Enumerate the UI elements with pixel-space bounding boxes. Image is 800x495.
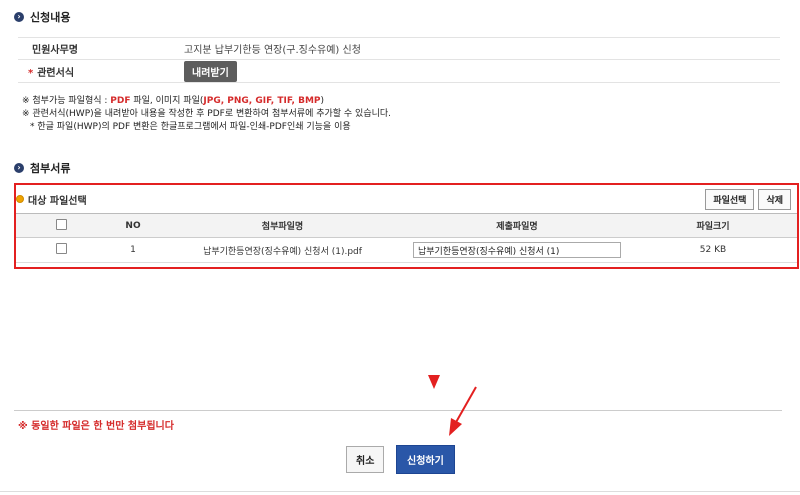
footer-line: [0, 491, 800, 492]
submitted-name-input[interactable]: 납부기한등연장(징수유예) 신청서 (1): [413, 242, 621, 258]
cancel-button[interactable]: 취소: [346, 446, 385, 473]
row-size: 52 KB: [629, 237, 797, 263]
annotation-arrows: [428, 375, 477, 436]
row-checkbox-cell: [16, 237, 106, 263]
bullet-icon: [16, 195, 24, 203]
attachment-table: NO 첨부파일명 제출파일명 파일크기 1 납부기한등연장(징수유예) 신청서 …: [16, 213, 797, 263]
col-file-size: 파일크기: [629, 213, 797, 238]
select-all-checkbox[interactable]: [55, 218, 67, 230]
row-attached-name: 납부기한등연장(징수유예) 신청서 (1).pdf: [160, 237, 405, 263]
red-arrow-line: [454, 386, 477, 425]
row-no: 1: [106, 237, 160, 263]
note1-suffix: ): [320, 96, 325, 106]
section2-title-text: 첨부서류: [30, 162, 71, 175]
section-title-application: › 신청내용: [14, 9, 70, 25]
note1-mid: 파일, 이미지 파일(: [130, 96, 204, 106]
file-select-box: 대상 파일선택 파일선택 삭제 NO 첨부파일명 제출파일명 파일크기 1 납부…: [14, 183, 799, 269]
row-civil-affair-name: 민원사무명 고지분 납부기한등 연장(구.징수유예) 신청: [18, 38, 780, 60]
required-mark: *: [28, 67, 34, 79]
file-actions: 파일선택 삭제: [701, 188, 791, 210]
note1-prefix: ※ 첨부가능 파일형식 :: [22, 96, 111, 106]
arrow-circle-icon: ›: [14, 163, 24, 173]
file-select-header: 대상 파일선택 파일선택 삭제: [16, 185, 797, 213]
section-title-text: 신청내용: [30, 11, 71, 24]
note-line-3: * 한글 파일(HWP)의 PDF 변환은 한글프로그램에서 파일-인쇄-PDF…: [30, 122, 351, 132]
submit-button[interactable]: 신청하기: [396, 445, 455, 474]
row-checkbox[interactable]: [55, 243, 67, 254]
header-checkbox-cell: [16, 213, 106, 238]
col-attached-file: 첨부파일명: [160, 213, 405, 238]
note1-formats: JPG, PNG, GIF, TIF, BMP: [203, 96, 321, 106]
delete-button[interactable]: 삭제: [758, 188, 791, 210]
duplicate-warning: ※ 동일한 파일은 한 번만 첨부됩니다: [18, 421, 174, 432]
divider: [14, 410, 782, 411]
arrow-circle-icon: ›: [14, 12, 24, 22]
table-header-row: NO 첨부파일명 제출파일명 파일크기: [16, 213, 797, 238]
row-submitted-cell: 납부기한등연장(징수유예) 신청서 (1): [405, 237, 629, 263]
label-related-form: * 관련서식: [18, 64, 184, 79]
note-line-1: ※ 첨부가능 파일형식 : PDF 파일, 이미지 파일(JPG, PNG, G…: [22, 95, 391, 108]
note-line-2: ※ 관련서식(HWP)을 내려받아 내용을 작성한 후 PDF로 변환하여 첨부…: [22, 109, 392, 119]
row-related-form: * 관련서식 내려받기: [18, 60, 780, 83]
table-row: 1 납부기한등연장(징수유예) 신청서 (1).pdf 납부기한등연장(징수유예…: [16, 237, 797, 263]
file-select-button[interactable]: 파일선택: [705, 188, 755, 210]
col-no: NO: [106, 213, 160, 238]
file-select-title: 대상 파일선택: [16, 192, 87, 207]
note1-pdf: PDF: [110, 96, 131, 106]
file-select-title-text: 대상 파일선택: [28, 195, 87, 207]
value-civil-affair-name: 고지분 납부기한등 연장(구.징수유예) 신청: [184, 45, 361, 56]
col-submitted-file: 제출파일명: [405, 213, 629, 238]
red-arrowhead-icon: [449, 418, 462, 436]
section-title-attachments: › 첨부서류: [14, 160, 70, 176]
label-civil-affair-name: 민원사무명: [32, 45, 78, 56]
download-button[interactable]: 내려받기: [184, 60, 237, 82]
application-info-table: 민원사무명 고지분 납부기한등 연장(구.징수유예) 신청 * 관련서식 내려받기: [18, 37, 780, 83]
related-form-text: 관련서식: [37, 67, 75, 79]
file-format-notes: ※ 첨부가능 파일형식 : PDF 파일, 이미지 파일(JPG, PNG, G…: [22, 95, 391, 134]
red-triangle-icon: [428, 375, 440, 389]
